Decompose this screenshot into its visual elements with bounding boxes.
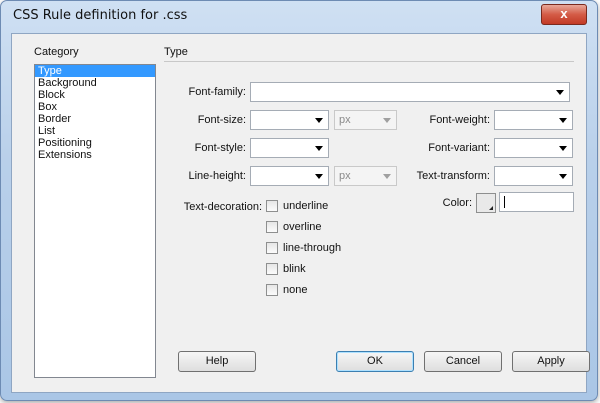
category-item-box[interactable]: Box xyxy=(35,101,155,113)
chevron-down-icon xyxy=(315,146,323,151)
font-size-label: Font-size: xyxy=(197,114,246,126)
apply-button[interactable]: Apply xyxy=(512,351,590,372)
css-rule-dialog: CSS Rule definition for .css x Category … xyxy=(0,0,598,401)
chevron-down-icon xyxy=(383,174,391,179)
panel-heading: Type xyxy=(164,46,188,58)
category-item-block[interactable]: Block xyxy=(35,89,155,101)
category-item-list[interactable]: List xyxy=(35,125,155,137)
chevron-down-icon xyxy=(383,118,391,123)
color-input[interactable] xyxy=(499,192,574,212)
line-height-unit-value: px xyxy=(339,170,351,182)
window-title: CSS Rule definition for .css xyxy=(13,8,188,23)
checkbox-box[interactable] xyxy=(266,221,278,233)
underline-label: underline xyxy=(283,200,329,212)
blink-label: blink xyxy=(283,263,306,275)
text-cursor xyxy=(504,196,505,208)
category-item-type[interactable]: Type xyxy=(35,65,155,77)
category-item-border[interactable]: Border xyxy=(35,113,155,125)
chevron-down-icon xyxy=(559,118,567,123)
checkbox-box[interactable] xyxy=(266,284,278,296)
font-size-select[interactable] xyxy=(250,110,329,130)
text-transform-label: Text-transform: xyxy=(416,170,490,182)
text-decoration-label: Text-decoration: xyxy=(183,201,262,213)
close-button[interactable]: x xyxy=(541,4,587,25)
category-heading: Category xyxy=(34,46,79,58)
chevron-down-icon xyxy=(489,206,493,210)
chevron-down-icon xyxy=(559,146,567,151)
category-item-positioning[interactable]: Positioning xyxy=(35,137,155,149)
checkbox-box[interactable] xyxy=(266,263,278,275)
category-item-background[interactable]: Background xyxy=(35,77,155,89)
chevron-down-icon xyxy=(556,90,564,95)
ok-button[interactable]: OK xyxy=(336,351,414,372)
checkbox-box[interactable] xyxy=(266,242,278,254)
font-size-unit-select[interactable]: px xyxy=(334,110,397,130)
color-picker-button[interactable] xyxy=(476,193,496,213)
none-label: none xyxy=(283,284,308,296)
title-bar: CSS Rule definition for .css x xyxy=(1,1,597,31)
font-variant-select[interactable] xyxy=(494,138,573,158)
line-height-select[interactable] xyxy=(250,166,329,186)
overline-label: overline xyxy=(283,221,322,233)
color-label: Color: xyxy=(442,197,472,209)
category-list[interactable]: Type Background Block Box Border List Po… xyxy=(34,64,156,378)
line-height-label: Line-height: xyxy=(188,170,247,182)
font-weight-label: Font-weight: xyxy=(429,114,490,126)
font-style-label: Font-style: xyxy=(194,142,246,154)
font-family-select[interactable] xyxy=(250,82,570,102)
font-style-select[interactable] xyxy=(250,138,329,158)
font-size-unit-value: px xyxy=(339,114,351,126)
dialog-body: Category Type Background Block Box Borde… xyxy=(11,33,590,393)
line-through-label: line-through xyxy=(283,242,342,254)
cancel-button[interactable]: Cancel xyxy=(424,351,502,372)
category-item-extensions[interactable]: Extensions xyxy=(35,149,155,161)
help-button[interactable]: Help xyxy=(178,351,256,372)
font-family-label: Font-family: xyxy=(188,86,246,98)
chevron-down-icon xyxy=(315,118,323,123)
text-transform-select[interactable] xyxy=(494,166,573,186)
checkbox-box[interactable] xyxy=(266,200,278,212)
heading-divider xyxy=(164,61,574,62)
font-variant-label: Font-variant: xyxy=(428,142,490,154)
chevron-down-icon xyxy=(559,174,567,179)
chevron-down-icon xyxy=(315,174,323,179)
font-weight-select[interactable] xyxy=(494,110,573,130)
line-height-unit-select[interactable]: px xyxy=(334,166,397,186)
